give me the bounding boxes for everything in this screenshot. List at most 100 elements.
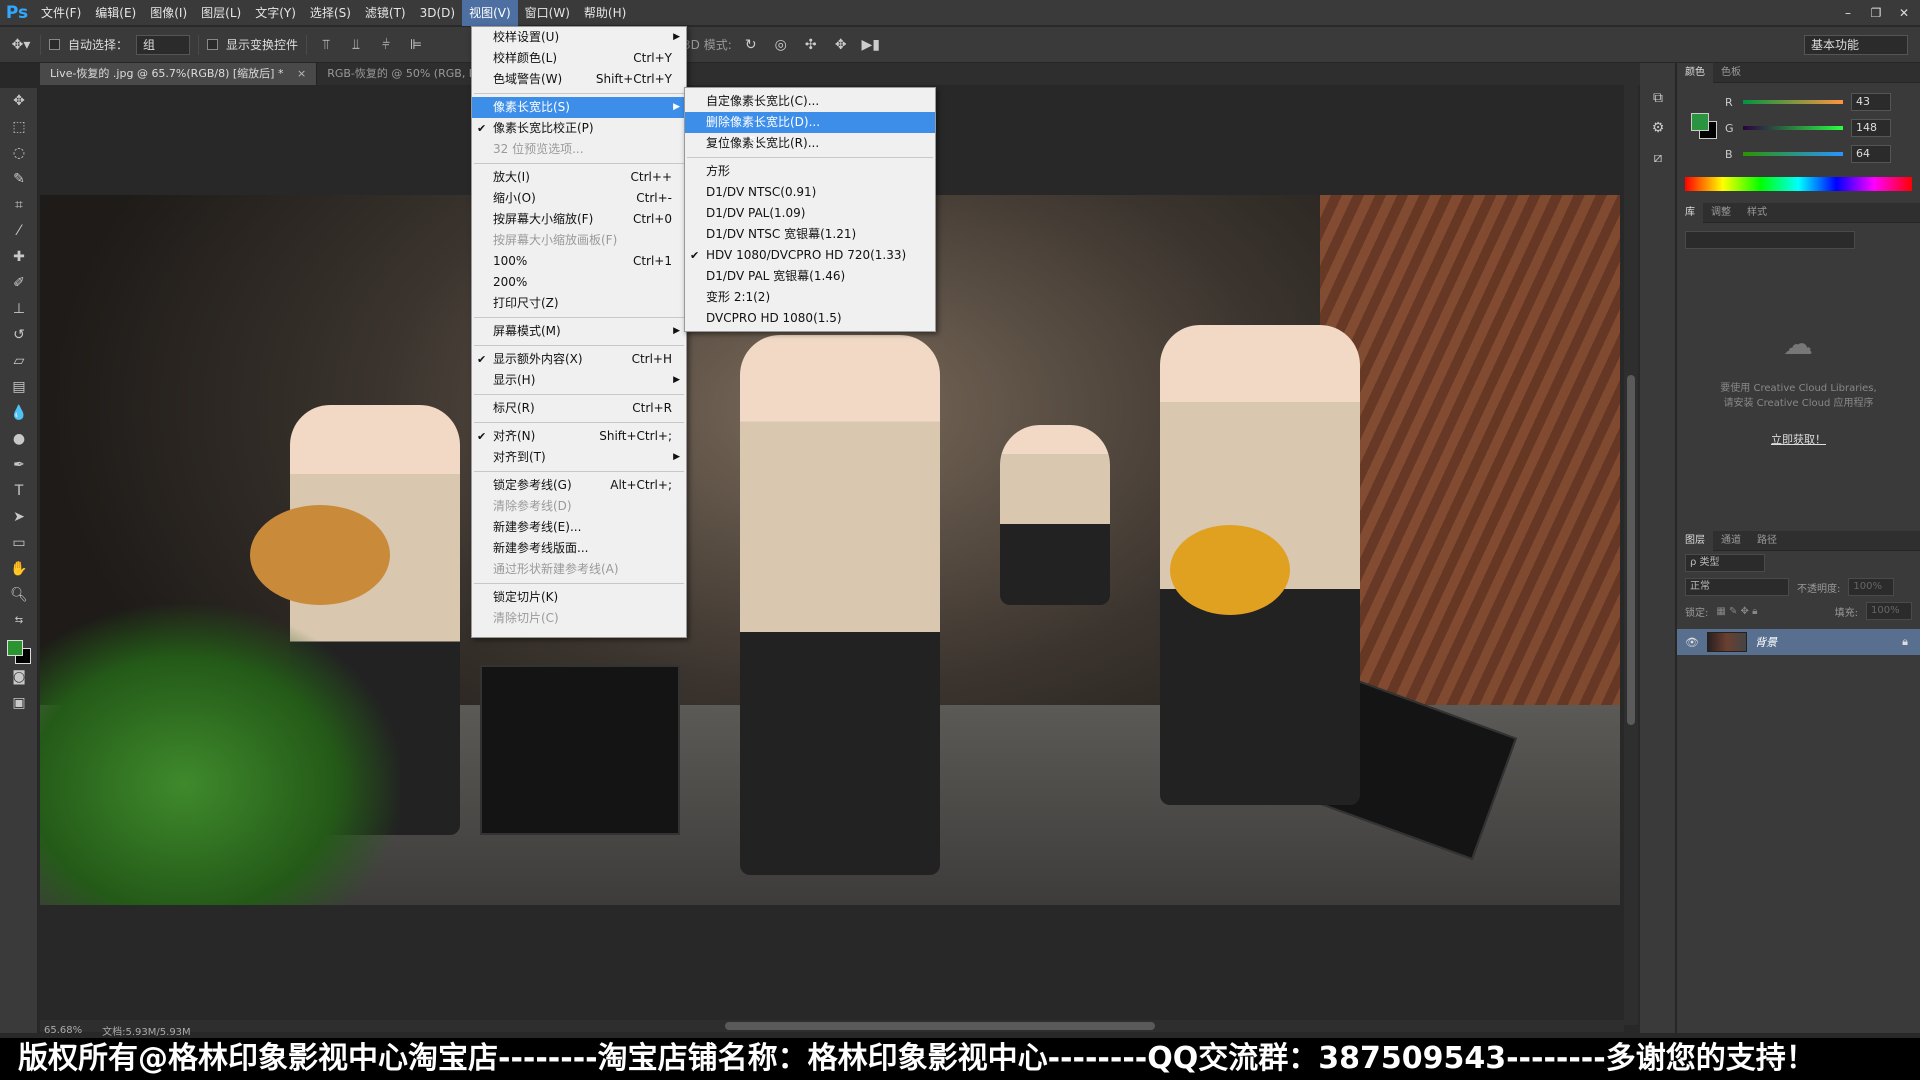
blend-mode-dropdown[interactable]: 正常 [1685, 578, 1789, 596]
show-transform-checkbox[interactable] [207, 39, 219, 50]
tab-color[interactable]: 颜色 [1677, 62, 1713, 83]
opacity-input[interactable]: 100% [1848, 578, 1895, 596]
pen-tool-icon[interactable]: ✒ [0, 452, 38, 478]
adjust-panel-icon[interactable]: ⧄ [1640, 143, 1676, 173]
vertical-scrollbar[interactable] [1624, 85, 1638, 1025]
menu-item[interactable]: 变形 2:1(2) [685, 287, 935, 308]
visibility-eye-icon[interactable]: 👁︎ [1685, 636, 1699, 649]
swap-colors-icon[interactable]: ⇆ [0, 608, 38, 634]
menu-item[interactable]: 方形 [685, 161, 935, 182]
menu-item[interactable]: 100% Ctrl+1 [472, 251, 686, 272]
menu-9[interactable]: 窗口(W) [518, 0, 577, 26]
green-slider[interactable] [1743, 126, 1843, 130]
healing-brush-tool-icon[interactable]: ✚ [0, 244, 38, 270]
menu-item[interactable]: 锁定参考线(G) Alt+Ctrl+; [472, 475, 686, 496]
menu-1[interactable]: 编辑(E) [88, 0, 143, 26]
scroll-thumb[interactable] [1627, 375, 1635, 725]
menu-6[interactable]: 滤镜(T) [358, 0, 413, 26]
minimize-button[interactable]: – [1838, 5, 1858, 21]
tab-adjustments[interactable]: 调整 [1703, 203, 1739, 223]
menu-item[interactable]: 新建参考线(E)... [472, 517, 686, 538]
menu-item[interactable]: D1/DV NTSC(0.91) [685, 182, 935, 203]
close-window-button[interactable]: ✕ [1894, 5, 1914, 21]
menu-item[interactable]: ✔ 显示额外内容(X) Ctrl+H [472, 349, 686, 370]
tab-layers[interactable]: 图层 [1677, 530, 1713, 551]
menu-item[interactable]: D1/DV PAL 宽银幕(1.46) [685, 266, 935, 287]
foreground-color-swatch[interactable] [7, 640, 23, 656]
red-slider[interactable] [1743, 100, 1843, 104]
history-brush-tool-icon[interactable]: ↺ [0, 322, 38, 348]
restore-button[interactable]: ❐ [1866, 5, 1886, 21]
menu-item[interactable]: 锁定切片(K) [472, 587, 686, 608]
eraser-tool-icon[interactable]: ▱ [0, 348, 38, 374]
eyedropper-tool-icon[interactable]: ⁄ [0, 218, 38, 244]
gradient-tool-icon[interactable]: ▤ [0, 374, 38, 400]
panel-foreground-swatch[interactable] [1691, 113, 1709, 131]
menu-item[interactable]: 删除像素长宽比(D)... [685, 112, 935, 133]
layer-filter-dropdown[interactable]: ρ 类型 [1685, 554, 1765, 572]
auto-select-checkbox[interactable] [49, 39, 60, 50]
menu-item[interactable]: 新建参考线版面... [472, 538, 686, 559]
menu-item[interactable]: 对齐到(T) ▶ [472, 447, 686, 468]
menu-0[interactable]: 文件(F) [34, 0, 88, 26]
properties-panel-icon[interactable]: ⚙ [1640, 113, 1676, 143]
document-tab[interactable]: RGB-恢复的 @ 50% (RGB, R [317, 63, 488, 85]
blur-tool-icon[interactable]: 💧 [0, 400, 38, 426]
blue-slider[interactable] [1743, 152, 1843, 156]
menu-3[interactable]: 图层(L) [194, 0, 248, 26]
menu-item[interactable]: 校样颜色(L) Ctrl+Y [472, 48, 686, 69]
marquee-tool-icon[interactable]: ⬚ [0, 114, 38, 140]
menu-item[interactable]: 复位像素长宽比(R)... [685, 133, 935, 154]
dodge-tool-icon[interactable]: ● [0, 426, 38, 452]
menu-item[interactable]: 缩小(O) Ctrl+- [472, 188, 686, 209]
document-tab-active[interactable]: Live-恢复的 .jpg @ 65.7%(RGB/8) [缩放后] * × [40, 63, 318, 85]
shape-tool-icon[interactable]: ▭ [0, 530, 38, 556]
tab-styles[interactable]: 样式 [1739, 203, 1775, 223]
menu-item[interactable]: ✔ 像素长宽比校正(P) [472, 118, 686, 139]
quick-mask-icon[interactable]: ◙ [0, 664, 38, 690]
lasso-tool-icon[interactable]: ◌ [0, 140, 38, 166]
library-dropdown[interactable] [1685, 231, 1855, 249]
menu-item[interactable]: ✔ HDV 1080/DVCPRO HD 720(1.33) [685, 245, 935, 266]
menu-item[interactable]: 200% [472, 272, 686, 293]
menu-item[interactable]: DVCPRO HD 1080(1.5) [685, 308, 935, 329]
menu-item[interactable]: 标尺(R) Ctrl+R [472, 398, 686, 419]
layer-row[interactable]: 👁︎ 背景 🔒︎ [1677, 629, 1920, 655]
history-panel-icon[interactable]: ⧉ [1640, 83, 1676, 113]
align-bottom-icon[interactable]: ⫩ [375, 35, 397, 55]
close-tab-icon[interactable]: × [297, 67, 306, 80]
color-spectrum[interactable] [1685, 177, 1912, 191]
fill-input[interactable]: 100% [1866, 602, 1912, 620]
menu-item[interactable]: 校样设置(U) ▶ [472, 27, 686, 48]
menu-2[interactable]: 图像(I) [143, 0, 194, 26]
menu-item[interactable]: 自定像素长宽比(C)... [685, 91, 935, 112]
type-tool-icon[interactable]: T [0, 478, 38, 504]
crop-tool-icon[interactable]: ⌗ [0, 192, 38, 218]
quick-select-tool-icon[interactable]: ✎ [0, 166, 38, 192]
red-value[interactable]: 43 [1851, 93, 1891, 111]
workspace-dropdown[interactable]: 基本功能 [1804, 35, 1908, 55]
doc-size-readout[interactable]: 文档:5.93M/5.93M [102, 1023, 191, 1038]
path-select-tool-icon[interactable]: ➤ [0, 504, 38, 530]
green-value[interactable]: 148 [1851, 119, 1891, 137]
tab-libraries[interactable]: 库 [1677, 202, 1703, 223]
lock-icons[interactable]: ▦ ✎ ✥ 🔒︎ [1716, 606, 1757, 617]
stamp-tool-icon[interactable]: ⊥ [0, 296, 38, 322]
tab-channels[interactable]: 通道 [1713, 531, 1749, 551]
menu-item[interactable]: ✔ 对齐(N) Shift+Ctrl+; [472, 426, 686, 447]
menu-item[interactable]: 显示(H) ▶ [472, 370, 686, 391]
move-tool-icon[interactable]: ✥ [0, 88, 38, 114]
brush-tool-icon[interactable]: ✐ [0, 270, 38, 296]
3d-slide-icon[interactable]: ✥ [830, 35, 852, 55]
3d-scale-icon[interactable]: ▶▮ [860, 35, 882, 55]
move-tool-icon[interactable]: ✥▾ [10, 35, 32, 55]
zoom-readout[interactable]: 65.68% [44, 1025, 82, 1036]
menu-8[interactable]: 视图(V) [462, 0, 518, 26]
hand-tool-icon[interactable]: ✋ [0, 556, 38, 582]
get-it-now-link[interactable]: 立即获取！ [1677, 431, 1920, 447]
menu-5[interactable]: 选择(S) [303, 0, 358, 26]
screen-mode-icon[interactable]: ▣ [0, 690, 38, 716]
menu-item[interactable]: D1/DV PAL(1.09) [685, 203, 935, 224]
auto-select-dropdown[interactable]: 组 [136, 34, 191, 55]
scroll-thumb[interactable] [725, 1022, 1155, 1030]
